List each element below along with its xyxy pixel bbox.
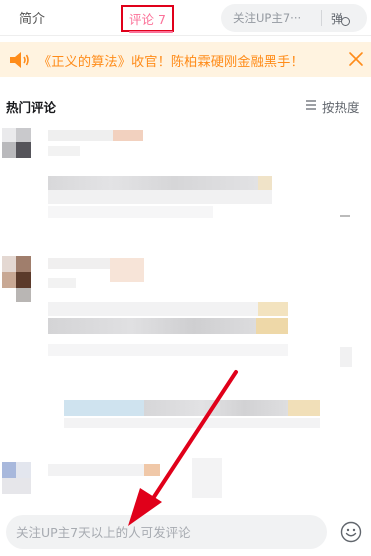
hot-comments-title: 热门评论 bbox=[6, 100, 57, 115]
emoji-face-icon[interactable] bbox=[340, 521, 362, 543]
active-tab-indicator bbox=[129, 31, 173, 33]
comment-input[interactable] bbox=[6, 515, 327, 549]
avatar-pixel bbox=[16, 128, 31, 142]
blurred-emoji bbox=[258, 302, 288, 316]
top-tab-bar: 简介 评论 7 关注UP主7··· 弹 bbox=[0, 0, 371, 36]
blurred-text-line bbox=[144, 400, 288, 416]
danmaku-placeholder: 关注UP主7··· bbox=[233, 11, 302, 25]
blurred-username bbox=[48, 130, 113, 141]
blurred-meta bbox=[48, 146, 80, 156]
blurred-meta bbox=[48, 278, 76, 288]
avatar-pixel bbox=[2, 272, 16, 288]
blurred-emoji bbox=[258, 176, 272, 190]
announcement-bar[interactable]: 《正义的算法》收官！陈柏霖硬刚金融黑手！ bbox=[0, 42, 371, 77]
blurred-emoji bbox=[256, 318, 288, 334]
tab-intro[interactable]: 简介 bbox=[19, 8, 45, 27]
blurred-username bbox=[48, 258, 110, 269]
blurred-username bbox=[48, 464, 144, 476]
blurred-badge bbox=[113, 130, 143, 141]
blurred-text-line bbox=[48, 318, 256, 334]
blurred-emoji bbox=[288, 400, 320, 416]
speaker-icon bbox=[10, 52, 29, 68]
blurred-text-line bbox=[48, 190, 272, 204]
avatar-pixel bbox=[16, 272, 31, 288]
danmaku-divider bbox=[321, 10, 322, 26]
avatar-pixel bbox=[16, 256, 31, 272]
avatar-pixel bbox=[16, 288, 31, 302]
blurred-text-line bbox=[64, 400, 144, 416]
blurred-text-line bbox=[64, 418, 320, 428]
comment-input-bar bbox=[0, 506, 371, 556]
clock-icon bbox=[341, 17, 350, 26]
avatar-pixel bbox=[2, 256, 16, 272]
announcement-text: 《正义的算法》收官！陈柏霖硬刚金融黑手！ bbox=[38, 55, 304, 70]
comment-item bbox=[0, 126, 371, 236]
avatar-pixel bbox=[16, 142, 31, 158]
blurred-badge bbox=[144, 464, 160, 476]
avatar-pixel bbox=[2, 142, 16, 158]
blurred-badge bbox=[110, 258, 144, 282]
tab-comments[interactable]: 评论 7 bbox=[121, 5, 174, 32]
avatar-pixel bbox=[2, 462, 16, 478]
blurred-text-line bbox=[48, 344, 288, 356]
blurred-text-line bbox=[48, 176, 258, 190]
blurred-image bbox=[192, 458, 222, 498]
danmaku-input[interactable]: 关注UP主7··· 弹 bbox=[221, 4, 367, 32]
avatar-pixel bbox=[2, 478, 31, 494]
sort-label: 按热度 bbox=[322, 100, 360, 115]
danmaku-toggle-button[interactable]: 弹 bbox=[331, 9, 357, 27]
sort-lines-icon bbox=[306, 100, 316, 110]
comment-item bbox=[0, 458, 371, 504]
blurred-text-line bbox=[48, 206, 213, 218]
blurred-text-line bbox=[340, 347, 352, 367]
close-icon[interactable] bbox=[347, 50, 365, 68]
blurred-text-line bbox=[48, 302, 258, 316]
avatar-pixel bbox=[2, 128, 16, 142]
more-dots-icon[interactable] bbox=[340, 215, 350, 217]
comment-item bbox=[0, 252, 371, 452]
avatar-pixel bbox=[16, 462, 31, 478]
